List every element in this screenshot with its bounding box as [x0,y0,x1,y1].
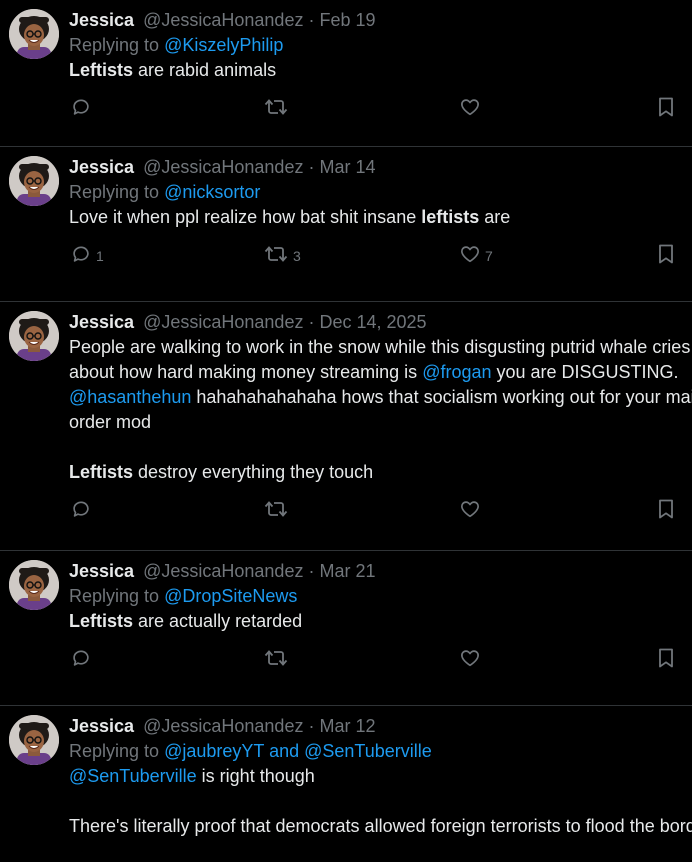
tweet[interactable]: Jessica @JessicaHonandez · Feb 19 Replyi… [0,0,692,147]
separator: · [308,312,315,332]
tweet[interactable]: Jessica @JessicaHonandez · Dec 14, 2025 … [0,302,692,551]
like-button[interactable] [459,96,485,118]
bold-term: Leftists [69,462,134,482]
mention-link[interactable]: @frogan [422,362,491,382]
replying-to-line: Replying to @KiszelyPhilip [69,32,692,58]
retweet-button[interactable] [263,498,293,520]
like-button[interactable] [459,647,485,669]
bookmark-button[interactable] [656,498,676,520]
bold-term: Leftists [69,611,134,631]
bookmark-icon [656,498,676,520]
author-name[interactable]: Jessica [69,716,134,736]
bold-term: leftists [421,207,480,227]
replying-to-line: Replying to @jaubreyYT and @SenTubervill… [69,738,692,764]
author-handle[interactable]: @JessicaHonandez [143,10,303,30]
tweet-header: Jessica @JessicaHonandez · Dec 14, 2025 [69,310,692,334]
reply-count: 1 [96,248,104,264]
separator: · [308,157,315,177]
replying-to-mention[interactable]: @DropSiteNews [164,586,297,606]
author-handle[interactable]: @JessicaHonandez [143,157,303,177]
mention-link[interactable]: @hasanthehun [69,387,191,407]
retweet-icon [263,96,289,118]
like-icon [459,498,481,520]
tweet-date[interactable]: Mar 14 [319,157,375,177]
retweet-icon [263,498,289,520]
like-button[interactable]: 7 [459,243,493,265]
reply-button[interactable] [70,498,96,520]
retweet-button[interactable]: 3 [263,243,301,265]
mention-link[interactable]: @SenTuberville [69,766,197,786]
author-handle[interactable]: @JessicaHonandez [143,716,303,736]
avatar[interactable] [9,715,59,765]
replying-to-prefix: Replying to [69,35,160,55]
tweet-date[interactable]: Mar 21 [319,561,375,581]
tweet-text: People are walking to work in the snow w… [69,337,692,482]
tweet-actions [69,485,692,537]
separator: · [308,10,315,30]
tweet-header: Jessica @JessicaHonandez · Feb 19 [69,8,692,32]
reply-icon [70,647,92,669]
author-handle[interactable]: @JessicaHonandez [143,312,303,332]
like-icon [459,647,481,669]
tweet-date[interactable]: Mar 12 [319,716,375,736]
tweet-text: @SenTuberville is right though There's l… [69,766,692,836]
tweet-text: Love it when ppl realize how bat shit in… [69,207,511,227]
author-name[interactable]: Jessica [69,312,134,332]
timeline-feed: Jessica @JessicaHonandez · Feb 19 Replyi… [0,0,692,862]
bookmark-icon [656,243,676,265]
avatar[interactable] [9,9,59,59]
avatar[interactable] [9,311,59,361]
separator: · [308,561,315,581]
tweet-actions [69,83,692,135]
tweet[interactable]: Jessica @JessicaHonandez · Mar 14 Replyi… [0,147,692,302]
tweet-date[interactable]: Feb 19 [319,10,375,30]
author-name[interactable]: Jessica [69,10,134,30]
reply-button[interactable] [70,647,96,669]
replying-to-prefix: Replying to [69,182,160,202]
bookmark-icon [656,96,676,118]
reply-icon [70,96,92,118]
avatar[interactable] [9,560,59,610]
bookmark-button[interactable] [656,243,676,265]
tweet-header: Jessica @JessicaHonandez · Mar 12 [69,714,692,738]
tweet-header: Jessica @JessicaHonandez · Mar 14 [69,155,692,179]
like-icon [459,243,481,265]
replying-to-mention[interactable]: @jaubreyYT and @SenTuberville [164,741,432,761]
replying-to-mention[interactable]: @KiszelyPhilip [164,35,283,55]
tweet-text: Leftists are actually retarded [69,611,303,631]
replying-to-line: Replying to @DropSiteNews [69,583,692,609]
retweet-icon [263,243,289,265]
like-count: 7 [485,248,493,264]
tweet-header: Jessica @JessicaHonandez · Mar 21 [69,559,692,583]
tweet[interactable]: Jessica @JessicaHonandez · Mar 12 Replyi… [0,706,692,862]
author-name[interactable]: Jessica [69,561,134,581]
like-button[interactable] [459,498,485,520]
bookmark-icon [656,647,676,669]
bookmark-button[interactable] [656,647,676,669]
retweet-button[interactable] [263,647,293,669]
bold-term: Leftists [69,60,134,80]
tweet-actions [69,634,692,686]
tweet-actions: 1 3 7 [69,230,692,282]
tweet-date[interactable]: Dec 14, 2025 [319,312,426,332]
tweet[interactable]: Jessica @JessicaHonandez · Mar 21 Replyi… [0,551,692,706]
reply-icon [70,243,92,265]
reply-button[interactable]: 1 [70,243,104,265]
retweet-button[interactable] [263,96,293,118]
author-handle[interactable]: @JessicaHonandez [143,561,303,581]
retweet-icon [263,647,289,669]
reply-icon [70,498,92,520]
replying-to-line: Replying to @nicksortor [69,179,692,205]
reply-button[interactable] [70,96,96,118]
replying-to-prefix: Replying to [69,586,160,606]
bookmark-button[interactable] [656,96,676,118]
replying-to-prefix: Replying to [69,741,160,761]
separator: · [308,716,315,736]
like-icon [459,96,481,118]
tweet-text: Leftists are rabid animals [69,60,277,80]
author-name[interactable]: Jessica [69,157,134,177]
replying-to-mention[interactable]: @nicksortor [164,182,260,202]
avatar[interactable] [9,156,59,206]
retweet-count: 3 [293,248,301,264]
